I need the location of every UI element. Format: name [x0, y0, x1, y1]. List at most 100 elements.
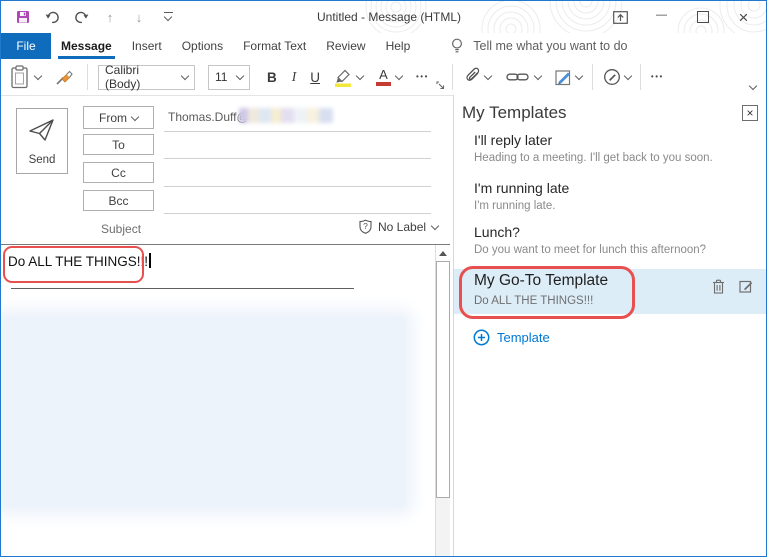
template-title: Lunch? — [474, 223, 757, 241]
subject-label: Subject — [101, 222, 141, 236]
pane-title: My Templates — [462, 103, 567, 123]
body-highlight-glow — [3, 317, 405, 507]
save-icon[interactable] — [15, 8, 31, 26]
move-up-icon[interactable]: ↑ — [102, 8, 118, 26]
editor-dropdown-icon[interactable] — [624, 72, 632, 80]
sensitivity-value: No Label — [378, 220, 426, 234]
red-annotation-body — [3, 246, 144, 283]
link-dropdown-icon[interactable] — [534, 72, 542, 80]
sensitivity-control[interactable]: ? No Label — [359, 219, 438, 234]
format-painter-icon[interactable] — [55, 68, 74, 86]
circle-plus-icon — [473, 329, 490, 346]
collapse-ribbon-icon[interactable] — [749, 82, 757, 90]
editor-icon[interactable] — [603, 68, 621, 86]
delete-template-icon[interactable] — [712, 279, 725, 294]
template-item[interactable]: I'll reply later Heading to a meeting. I… — [474, 131, 757, 165]
tab-file[interactable]: File — [1, 33, 51, 59]
font-name-select[interactable]: Calibri (Body) — [98, 65, 195, 90]
toolbar-divider — [640, 64, 641, 90]
bold-button[interactable]: B — [267, 70, 277, 85]
chevron-down-icon — [236, 72, 244, 80]
pane-close-button[interactable]: × — [742, 105, 758, 121]
red-annotation-template — [459, 266, 635, 319]
template-item[interactable]: I'm running late I'm running late. — [474, 179, 757, 213]
more-formatting-icon[interactable]: ••• — [416, 73, 429, 81]
toolbar-divider — [87, 64, 88, 90]
font-size-value: 11 — [215, 70, 231, 84]
redo-icon[interactable] — [73, 8, 89, 26]
font-color-dropdown-icon[interactable] — [395, 72, 403, 80]
undo-icon[interactable] — [44, 8, 60, 26]
to-button[interactable]: To — [83, 134, 154, 155]
tell-me-label: Tell me what you want to do — [473, 39, 627, 53]
template-subtitle: Do you want to meet for lunch this after… — [474, 243, 757, 257]
my-templates-pane: My Templates × I'll reply later Heading … — [453, 95, 767, 556]
minimize-button[interactable]: — — [641, 1, 682, 33]
chevron-down-icon — [181, 72, 189, 80]
paste-icon[interactable] — [11, 65, 30, 89]
move-down-icon[interactable]: ↓ — [131, 8, 147, 26]
link-icon[interactable] — [506, 71, 529, 83]
text-highlight-icon[interactable] — [333, 67, 353, 87]
cc-field[interactable] — [164, 186, 431, 187]
tab-options[interactable]: Options — [172, 33, 233, 59]
scroll-up-button[interactable] — [436, 245, 450, 261]
template-subtitle: Heading to a meeting. I'll get back to y… — [474, 151, 757, 165]
template-item[interactable]: Lunch? Do you want to meet for lunch thi… — [474, 223, 757, 257]
template-title: I'm running late — [474, 179, 757, 197]
dialog-launcher-icon[interactable] — [436, 81, 445, 90]
svg-text:?: ? — [363, 221, 368, 231]
highlight-dropdown-icon[interactable] — [356, 72, 364, 80]
cc-button[interactable]: Cc — [83, 162, 154, 183]
bcc-button[interactable]: Bcc — [83, 190, 154, 211]
shield-question-icon: ? — [359, 219, 372, 234]
ribbon-display-options-icon[interactable] — [600, 1, 641, 33]
font-color-icon[interactable]: A — [376, 68, 391, 86]
template-title: I'll reply later — [474, 131, 757, 149]
triangle-up-icon — [439, 251, 447, 256]
chevron-down-icon — [131, 112, 139, 120]
scrollbar-thumb[interactable] — [436, 261, 450, 498]
italic-button[interactable]: I — [292, 69, 297, 85]
add-template-label: Template — [497, 330, 550, 345]
add-template-button[interactable]: Template — [473, 329, 550, 346]
edit-template-icon[interactable] — [739, 279, 753, 293]
attach-file-icon[interactable] — [465, 67, 480, 87]
send-button[interactable]: Send — [16, 108, 68, 174]
customize-qat-icon[interactable] — [160, 8, 176, 26]
toolbar-divider — [592, 64, 593, 90]
paper-plane-icon — [28, 118, 56, 142]
close-button[interactable]: × — [723, 1, 764, 33]
title-bar: ↑ ↓ Untitled - Message (HTML) — × — [1, 1, 766, 33]
tab-review[interactable]: Review — [316, 33, 375, 59]
tab-help[interactable]: Help — [376, 33, 421, 59]
ribbon-tab-row: File Message Insert Options Format Text … — [1, 33, 766, 59]
send-label: Send — [29, 154, 56, 166]
signature-dropdown-icon[interactable] — [575, 72, 583, 80]
more-commands-icon[interactable]: ••• — [651, 73, 664, 81]
from-field-underline — [164, 131, 431, 132]
outlook-message-window: ↑ ↓ Untitled - Message (HTML) — × File M… — [0, 0, 767, 557]
ribbon-toolbar: Calibri (Body) 11 B I U A ••• — [1, 59, 766, 96]
font-name-value: Calibri (Body) — [105, 63, 176, 91]
maximize-button[interactable] — [682, 1, 723, 33]
to-field[interactable] — [164, 158, 431, 159]
tab-insert[interactable]: Insert — [122, 33, 172, 59]
body-scrollbar — [435, 245, 450, 556]
template-subtitle: I'm running late. — [474, 199, 757, 213]
paste-dropdown-icon[interactable] — [34, 72, 42, 80]
tab-format-text[interactable]: Format Text — [233, 33, 316, 59]
window-title: Untitled - Message (HTML) — [317, 10, 461, 24]
underline-button[interactable]: U — [310, 70, 320, 85]
tell-me-box[interactable]: Tell me what you want to do — [450, 33, 627, 59]
signature-icon[interactable] — [555, 69, 572, 86]
from-value-redaction — [239, 108, 333, 123]
chevron-down-icon — [431, 221, 439, 229]
from-button[interactable]: From — [83, 106, 154, 129]
tab-message[interactable]: Message — [51, 33, 122, 59]
message-body[interactable]: Do ALL THE THINGS!!! — [1, 245, 434, 556]
attach-dropdown-icon[interactable] — [484, 72, 492, 80]
font-size-select[interactable]: 11 — [208, 65, 250, 90]
from-value: Thomas.Duff@ — [168, 110, 249, 124]
bcc-field[interactable] — [164, 213, 431, 214]
